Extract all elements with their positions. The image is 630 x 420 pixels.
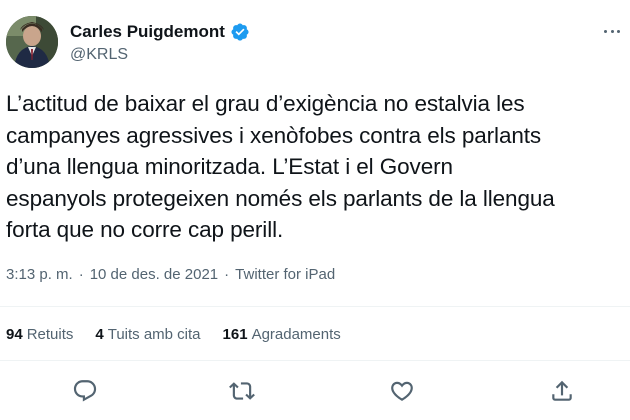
heart-icon[interactable]	[389, 378, 415, 404]
retweets-label: Retuits	[26, 326, 74, 343]
divider	[0, 360, 630, 361]
likes-stat[interactable]: 161 Agradaments	[223, 326, 341, 343]
retweets-stat[interactable]: 94 Retuits	[6, 326, 73, 343]
retweets-count: 94	[6, 326, 23, 343]
likes-label: Agradaments	[251, 326, 341, 343]
tweet-date[interactable]: 10 de des. de 2021	[90, 266, 218, 283]
quotes-label: Tuits amb cita	[107, 326, 201, 343]
likes-count: 161	[222, 326, 248, 343]
retweet-icon[interactable]	[229, 378, 255, 404]
share-icon[interactable]	[549, 378, 575, 404]
divider	[0, 306, 630, 307]
tweet-card: Carles Puigdemont @KRLS L’actitud de bai…	[0, 0, 630, 420]
tweet-time[interactable]: 3:13 p. m.	[6, 266, 73, 283]
tweet-stats: 94 Retuits 4 Tuits amb cita 161 Agradame…	[6, 326, 363, 343]
author-names: Carles Puigdemont @KRLS	[70, 20, 250, 64]
author-handle[interactable]: @KRLS	[70, 46, 250, 64]
profile-photo-icon	[6, 16, 58, 68]
tweet-actions	[0, 378, 630, 412]
avatar[interactable]	[6, 16, 58, 68]
quotes-count: 4	[95, 326, 104, 343]
display-name-row: Carles Puigdemont	[70, 20, 250, 44]
verified-badge-icon	[230, 22, 250, 42]
tweet-text: L’actitud de baixar el grau d’exigència …	[6, 91, 555, 242]
display-name[interactable]: Carles Puigdemont	[70, 22, 225, 42]
tweet-meta: 3:13 p. m. · 10 de des. de 2021 · Twitte…	[6, 266, 335, 283]
more-options-icon[interactable]	[602, 26, 622, 38]
reply-icon[interactable]	[72, 378, 98, 404]
tweet-client[interactable]: Twitter for iPad	[235, 266, 335, 283]
tweet-header: Carles Puigdemont @KRLS	[6, 16, 626, 76]
meta-separator: ·	[224, 266, 230, 283]
meta-separator: ·	[78, 266, 84, 283]
quotes-stat[interactable]: 4 Tuits amb cita	[95, 326, 200, 343]
